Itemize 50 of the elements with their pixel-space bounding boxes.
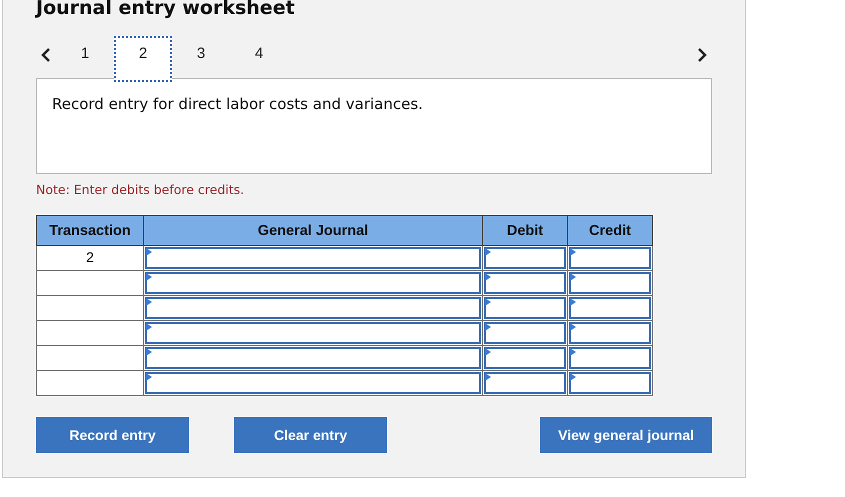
- instruction-text: Record entry for direct labor costs and variances.: [52, 95, 423, 113]
- entry-input-field[interactable]: [484, 347, 566, 369]
- triangle-icon: [146, 323, 152, 331]
- action-button[interactable]: View general journal: [540, 417, 712, 453]
- triangle-icon: [570, 373, 576, 381]
- entry-input-field[interactable]: [145, 247, 481, 269]
- triangle-icon: [146, 273, 152, 281]
- triangle-icon: [485, 323, 491, 331]
- entry-input-field[interactable]: [484, 247, 566, 269]
- entry-input-field[interactable]: [569, 347, 651, 369]
- triangle-icon: [570, 298, 576, 306]
- page-tab[interactable]: 1: [56, 36, 114, 82]
- triangle-icon: [485, 273, 491, 281]
- entry-input-field[interactable]: [569, 247, 651, 269]
- transaction-cell: 2: [36, 246, 144, 270]
- triangle-icon: [146, 298, 152, 306]
- entry-input-field[interactable]: [484, 322, 566, 344]
- entry-input-field[interactable]: [484, 372, 566, 394]
- triangle-icon: [485, 373, 491, 381]
- note-text: Note: Enter debits before credits.: [36, 182, 246, 197]
- page-tab[interactable]: 3: [172, 36, 230, 82]
- entry-input-field[interactable]: [484, 272, 566, 294]
- column-header: Credit: [568, 216, 652, 246]
- action-button[interactable]: Clear entry: [234, 417, 388, 453]
- triangle-icon: [485, 348, 491, 356]
- column-header: Transaction: [36, 216, 144, 246]
- entry-input-field[interactable]: [569, 297, 651, 319]
- entry-input-field[interactable]: [145, 347, 481, 369]
- entry-input-field[interactable]: [145, 297, 481, 319]
- triangle-icon: [146, 373, 152, 381]
- page-tab[interactable]: 4: [230, 36, 288, 82]
- triangle-icon: [570, 348, 576, 356]
- column-header: Debit: [482, 216, 568, 246]
- triangle-icon: [570, 273, 576, 281]
- action-button[interactable]: Record entry: [36, 417, 190, 453]
- triangle-icon: [570, 248, 576, 256]
- triangle-icon: [146, 348, 152, 356]
- triangle-icon: [485, 248, 491, 256]
- entry-input-field[interactable]: [145, 322, 481, 344]
- triangle-icon: [485, 298, 491, 306]
- entry-input-field[interactable]: [569, 372, 651, 394]
- entry-input-field[interactable]: [569, 322, 651, 344]
- triangle-icon: [570, 323, 576, 331]
- entry-input-field[interactable]: [569, 272, 651, 294]
- entry-input-field[interactable]: [484, 297, 566, 319]
- page-tab[interactable]: 2: [114, 36, 172, 82]
- triangle-icon: [146, 248, 152, 256]
- entry-input-field[interactable]: [145, 372, 481, 394]
- entry-input-field[interactable]: [145, 272, 481, 294]
- column-header: General Journal: [144, 216, 482, 246]
